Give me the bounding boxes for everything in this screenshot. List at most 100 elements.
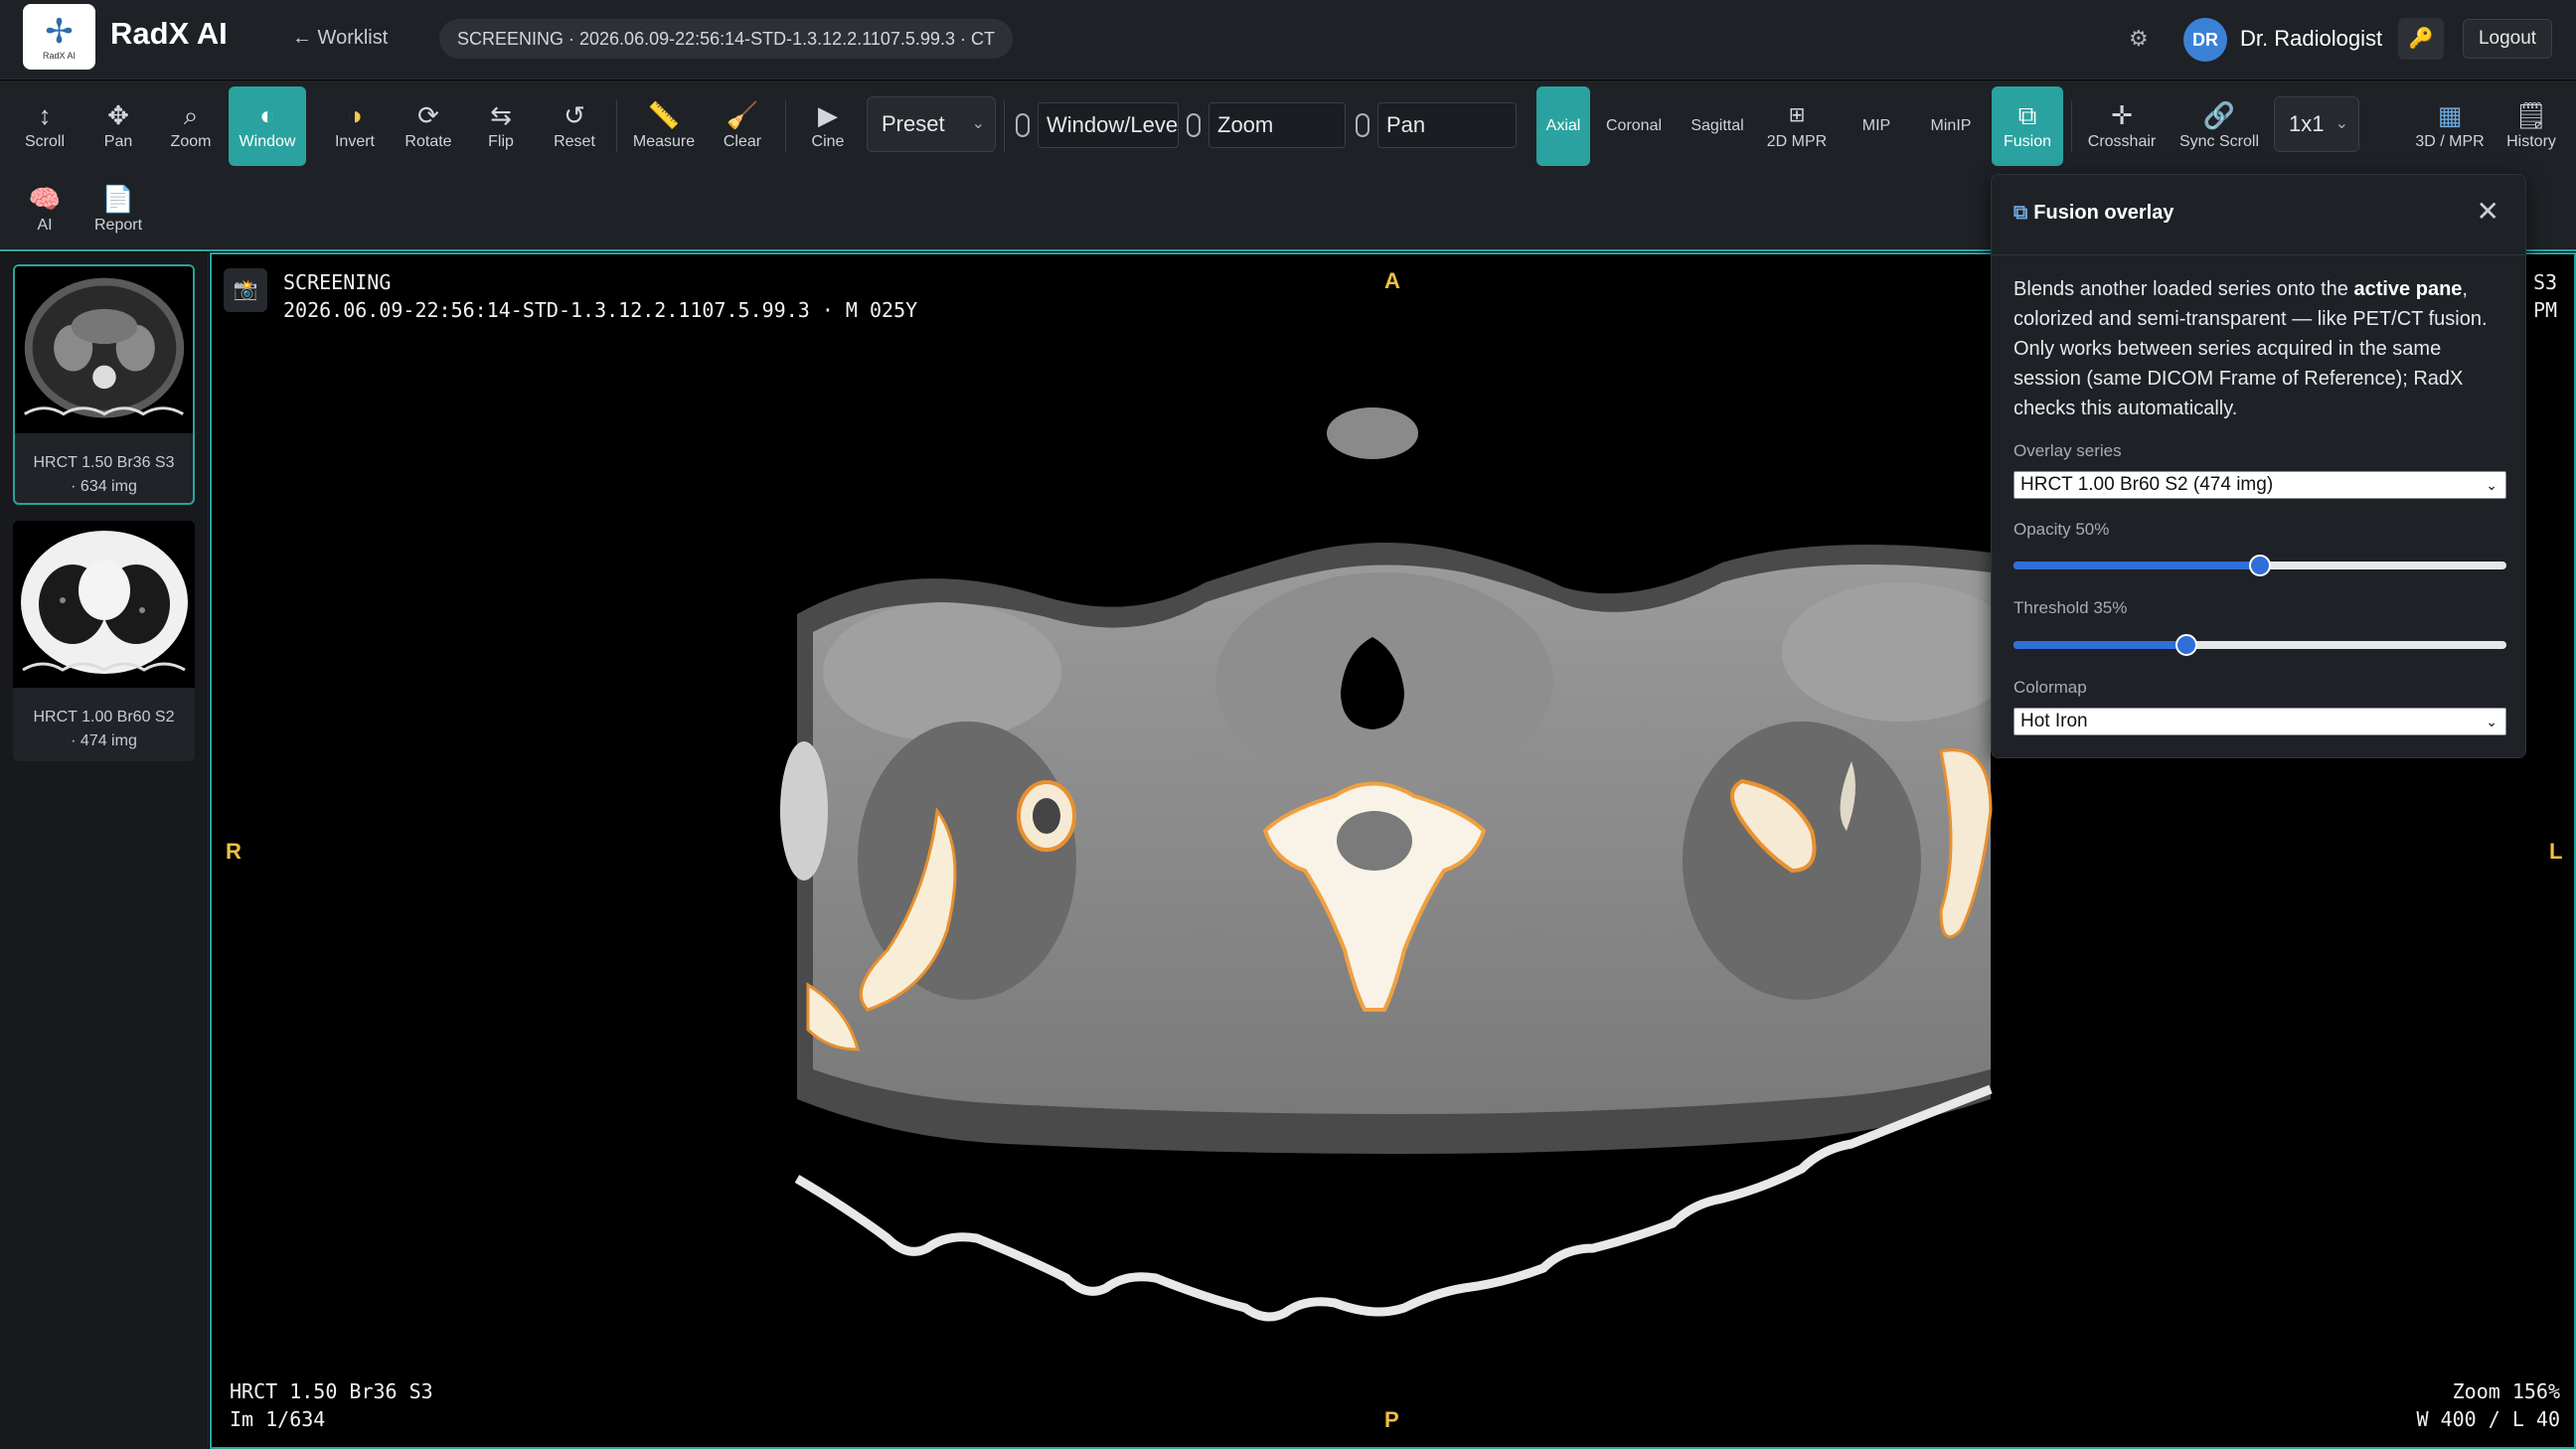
key-icon: 🔑	[2408, 28, 2434, 50]
tool-fusion[interactable]: ⧉ Fusion	[1992, 86, 2063, 166]
top-bar: ✢ RadX AI RadX AI ← Worklist SCREENING ·…	[0, 0, 2576, 80]
mouse-middle-icon	[1187, 113, 1201, 137]
fusion-overlay-panel: ⧉ Fusion overlay ✕ Blends another loaded …	[1991, 174, 2526, 758]
history-icon: 🗒	[2514, 100, 2548, 130]
rotate-icon: ⟳	[417, 100, 439, 130]
toolbar-separator	[2071, 100, 2072, 152]
threshold-slider[interactable]	[2013, 634, 2506, 656]
tool-window-label: Window	[239, 133, 296, 150]
logo-cross-icon: ✢	[45, 13, 74, 51]
view-sagittal[interactable]: Sagittal	[1678, 86, 1757, 166]
orientation-right: L	[2549, 839, 2563, 864]
camera-icon[interactable]: 📸	[224, 268, 267, 312]
tool-reset-label: Reset	[554, 133, 595, 150]
opacity-slider-handle[interactable]	[2249, 555, 2271, 576]
preset-select-value: Preset	[882, 111, 945, 136]
cube-icon: ▦	[2437, 100, 2463, 130]
view-axial-label: Axial	[1545, 117, 1581, 134]
overlay-series-label: Overlay series	[2013, 441, 2122, 460]
worklist-link[interactable]: ← Worklist	[292, 27, 388, 50]
tool-sync-scroll-label: Sync Scroll	[2178, 133, 2260, 150]
tool-invert[interactable]: ◑ Invert	[320, 86, 390, 166]
tool-window[interactable]: ◐ Window	[229, 86, 306, 166]
opacity-label: Opacity 50%	[2013, 520, 2110, 539]
gear-icon[interactable]: ⚙	[2129, 26, 2149, 52]
study-pill: SCREENING · 2026.06.09-22:56:14-STD-1.3.…	[439, 19, 1013, 59]
scroll-icon: ↕	[38, 100, 52, 130]
series-thumb-2[interactable]: HRCT 1.00 Br60 S2 · 474 img	[13, 521, 195, 761]
tool-cine[interactable]: ▶ Cine	[795, 86, 861, 166]
tool-crosshair[interactable]: ✛ Crosshair	[2079, 86, 2165, 166]
series-thumb-label: HRCT 1.00 Br60 S2	[33, 709, 175, 725]
colormap-value: Hot Iron	[2020, 711, 2088, 731]
view-coronal[interactable]: Coronal	[1594, 86, 1674, 166]
tool-invert-label: Invert	[334, 133, 375, 150]
user-name: Dr. Radiologist	[2240, 26, 2383, 51]
tool-clear[interactable]: 🧹 Clear	[708, 86, 777, 166]
toolbar-separator	[785, 100, 786, 152]
invert-icon: ◑	[347, 100, 363, 130]
tool-ai[interactable]: 🧠 AI	[14, 170, 76, 249]
view-coronal-label: Coronal	[1605, 117, 1663, 134]
mouse-left-binding[interactable]: Window/Level	[1038, 102, 1179, 148]
view-minip[interactable]: MinIP	[1914, 86, 1988, 166]
pan-icon: ✥	[107, 100, 129, 130]
play-icon: ▶	[818, 100, 838, 130]
desc-bold: active pane	[2353, 278, 2463, 300]
overlay-right-top-1: S3	[2533, 270, 2558, 294]
chevron-down-icon: ⌄	[2486, 714, 2497, 729]
tool-flip[interactable]: ⇆ Flip	[469, 86, 533, 166]
view-axial[interactable]: Axial	[1536, 86, 1590, 166]
tool-pan-label: Pan	[103, 133, 133, 150]
layout-select-value: 1x1	[2289, 111, 2325, 136]
tool-rotate-label: Rotate	[404, 133, 452, 150]
view-mip[interactable]: MIP	[1841, 86, 1912, 166]
tool-history[interactable]: 🗒 History	[2498, 86, 2564, 166]
series-thumb-image	[13, 521, 195, 688]
overlay-series-select[interactable]: HRCT 1.00 Br60 S2 (474 img) ⌄	[2013, 471, 2506, 499]
tool-reset[interactable]: ↺ Reset	[541, 86, 608, 166]
opacity-slider[interactable]	[2013, 555, 2506, 576]
fusion-panel-title-text: Fusion overlay	[2033, 202, 2174, 224]
series-thumb-count: · 474 img	[71, 732, 137, 749]
tool-measure-label: Measure	[632, 133, 696, 150]
layout-select[interactable]: 1x1 ⌄	[2274, 96, 2359, 152]
overlay-image-index: Im 1/634	[230, 1407, 326, 1431]
tool-zoom[interactable]: ⌕ Zoom	[159, 86, 223, 166]
grid-icon: ⊞	[1788, 104, 1806, 126]
chevron-down-icon: ⌄	[2334, 115, 2348, 132]
app-logo[interactable]: ✢ RadX AI	[23, 4, 95, 70]
view-sagittal-label: Sagittal	[1690, 117, 1744, 134]
tool-report-label: Report	[93, 217, 143, 234]
opacity-slider-fill	[2013, 562, 2260, 569]
tool-3d-mpr[interactable]: ▦ 3D / MPR	[2405, 86, 2495, 166]
key-button[interactable]: 🔑	[2398, 18, 2444, 60]
overlay-series-value: HRCT 1.00 Br60 S2 (474 img)	[2020, 474, 2274, 495]
view-2d-mpr[interactable]: ⊞ 2D MPR	[1759, 86, 1835, 166]
threshold-slider-fill	[2013, 641, 2186, 649]
fusion-description: Blends another loaded series onto the ac…	[2013, 274, 2510, 423]
close-icon[interactable]: ✕	[2477, 195, 2499, 228]
fusion-icon: ⧉	[2013, 202, 2028, 224]
orientation-bottom: P	[1384, 1407, 1399, 1432]
series-thumb-1[interactable]: HRCT 1.50 Br36 S3 · 634 img	[13, 264, 195, 505]
preset-select[interactable]: Preset ⌄	[867, 96, 996, 152]
tool-rotate[interactable]: ⟳ Rotate	[394, 86, 463, 166]
tool-scroll-label: Scroll	[24, 133, 65, 150]
app-root: ✢ RadX AI RadX AI ← Worklist SCREENING ·…	[0, 0, 2576, 1449]
tool-report[interactable]: 📄 Report	[85, 170, 151, 249]
tool-sync-scroll[interactable]: 🔗 Sync Scroll	[2171, 86, 2268, 166]
tool-ai-label: AI	[37, 217, 53, 234]
tool-pan[interactable]: ✥ Pan	[87, 86, 149, 166]
logout-button[interactable]: Logout	[2463, 19, 2552, 59]
tool-measure[interactable]: 📏 Measure	[624, 86, 704, 166]
mouse-middle-binding[interactable]: Zoom	[1208, 102, 1346, 148]
threshold-slider-handle[interactable]	[2174, 634, 2197, 656]
mouse-right-binding[interactable]: Pan	[1377, 102, 1517, 148]
tool-zoom-label: Zoom	[170, 133, 212, 150]
tool-scroll[interactable]: ↕ Scroll	[14, 86, 76, 166]
flip-icon: ⇆	[490, 100, 512, 130]
avatar[interactable]: DR	[2183, 18, 2227, 62]
colormap-select[interactable]: Hot Iron ⌄	[2013, 708, 2506, 735]
logo-text: RadX AI	[42, 51, 77, 61]
